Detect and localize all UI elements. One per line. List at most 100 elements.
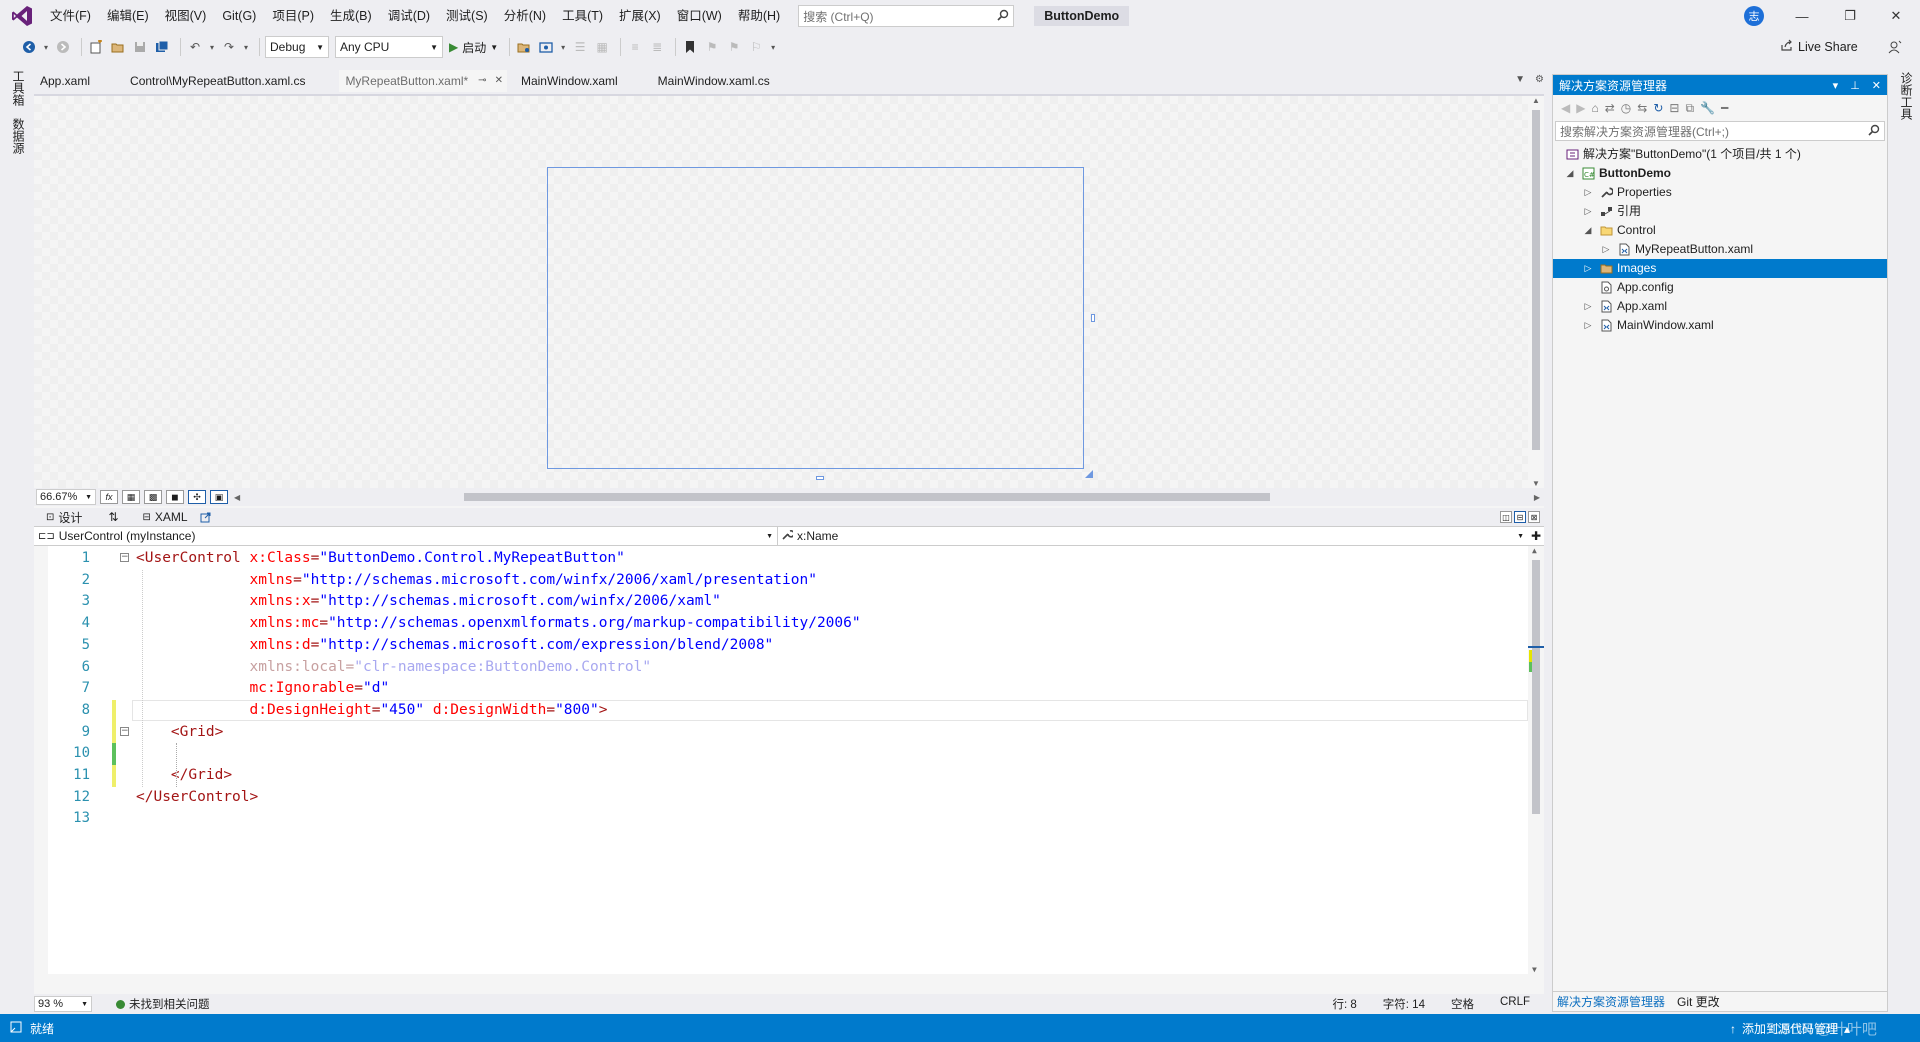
solution-tree-item[interactable]: ◢ Control xyxy=(1553,221,1887,240)
solution-tree-item[interactable]: 解决方案"ButtonDemo"(1 个项目/共 1 个) xyxy=(1553,145,1887,164)
tab-solution-explorer[interactable]: 解决方案资源管理器 xyxy=(1557,993,1665,1010)
uncomment-icon[interactable]: ≣ xyxy=(648,38,666,56)
whitespace-indicator[interactable]: 空格 xyxy=(1451,996,1474,1012)
switch-views-icon[interactable]: ⇄ xyxy=(1605,101,1615,115)
xaml-code-editor[interactable]: 1− <UserControl x:Class="ButtonDemo.Contr… xyxy=(48,546,1544,974)
code-line[interactable]: 9 − <Grid> xyxy=(48,721,1528,744)
solution-tree-item[interactable]: ▷ App.xaml xyxy=(1553,297,1887,316)
scroll-right-icon[interactable]: ▶ xyxy=(1534,493,1540,502)
search-icon[interactable] xyxy=(997,9,1009,24)
menu-item[interactable]: 文件(F) xyxy=(42,4,99,28)
browse-folder-icon[interactable] xyxy=(515,38,533,56)
grid-toggle-icon[interactable]: ▦ xyxy=(122,490,140,504)
xaml-tab[interactable]: ⊟ XAML xyxy=(142,510,187,524)
expanded-arrow-icon[interactable]: ◢ xyxy=(1583,221,1593,240)
refresh-icon[interactable]: ↻ xyxy=(1653,101,1663,115)
redo-icon[interactable]: ↷ xyxy=(220,38,238,56)
tab-document[interactable]: MainWindow.xaml.cs xyxy=(652,70,776,92)
design-tab[interactable]: ⊡ 设计 xyxy=(46,509,82,526)
popout-icon[interactable] xyxy=(200,512,211,523)
code-line[interactable]: 12 </UserControl> xyxy=(48,787,1528,808)
align-left-icon[interactable]: ☰ xyxy=(571,38,589,56)
pending-changes-filter-icon[interactable]: ◷ xyxy=(1621,101,1631,115)
minimize-button[interactable]: — xyxy=(1788,4,1816,28)
back-icon[interactable]: ◀ xyxy=(1561,101,1570,115)
scroll-down-icon[interactable]: ▼ xyxy=(1532,479,1540,488)
code-line[interactable]: 4 xmlns:mc="http://schemas.openxmlformat… xyxy=(48,613,1528,634)
tab-active-document[interactable]: MyRepeatButton.xaml* ⊸ ✕ xyxy=(339,70,507,92)
resize-grip-icon[interactable] xyxy=(1085,470,1093,478)
home-icon[interactable]: ⌂ xyxy=(1591,101,1598,115)
menu-item[interactable]: 帮助(H) xyxy=(730,4,788,28)
bookmark-icon[interactable] xyxy=(681,38,699,56)
fold-toggle-icon[interactable]: − xyxy=(120,553,129,562)
expanded-arrow-icon[interactable]: ◢ xyxy=(1565,164,1575,183)
code-line[interactable]: 2 xmlns="http://schemas.microsoft.com/wi… xyxy=(48,570,1528,591)
code-line[interactable]: 1 − <UserControl x:Class="ButtonDemo.Contr… xyxy=(48,548,1528,569)
undo-dropdown-icon[interactable]: ▾ xyxy=(208,38,216,56)
resize-handle-bottom[interactable] xyxy=(816,476,824,480)
tab-document[interactable]: Control\MyRepeatButton.xaml.cs xyxy=(124,70,311,92)
code-line[interactable]: 5 xmlns:d="http://schemas.microsoft.com/… xyxy=(48,635,1528,656)
menu-item[interactable]: 窗口(W) xyxy=(669,4,730,28)
feedback-icon[interactable] xyxy=(1886,38,1904,56)
screenshot-icon[interactable] xyxy=(537,38,555,56)
collapsed-arrow-icon[interactable]: ▷ xyxy=(1583,297,1593,316)
sync-icon[interactable]: ⇆ xyxy=(1637,101,1647,115)
solution-tree-item[interactable]: ▷ MyRepeatButton.xaml xyxy=(1553,240,1887,259)
code-line[interactable]: 11 </Grid> xyxy=(48,765,1528,787)
solution-tree-item[interactable]: ▷ Properties xyxy=(1553,183,1887,202)
menu-item[interactable]: 扩展(X) xyxy=(611,4,669,28)
close-tab-icon[interactable]: ✕ xyxy=(495,70,503,92)
code-vertical-scrollbar[interactable]: ▲ ▼ xyxy=(1528,546,1544,974)
solution-tree-item[interactable]: ▷ MainWindow.xaml xyxy=(1553,316,1887,335)
collapsed-arrow-icon[interactable]: ▷ xyxy=(1583,316,1593,335)
designer-horizontal-scrollbar[interactable] xyxy=(464,493,1270,501)
tab-git-changes[interactable]: Git 更改 xyxy=(1677,993,1720,1010)
user-avatar[interactable]: 志 xyxy=(1744,6,1764,26)
menu-item[interactable]: 测试(S) xyxy=(438,4,496,28)
show-all-files-icon[interactable]: ⧉ xyxy=(1685,101,1694,116)
menu-item[interactable]: 生成(B) xyxy=(322,4,380,28)
code-line[interactable]: 3 xmlns:x="http://schemas.microsoft.com/… xyxy=(48,591,1528,612)
menu-item[interactable]: 项目(P) xyxy=(264,4,322,28)
bookmark-clear-icon[interactable]: ⚐ xyxy=(747,38,765,56)
forward-icon[interactable] xyxy=(54,38,72,56)
toolbox-tab[interactable]: 工具箱 xyxy=(10,70,27,106)
line-indicator[interactable]: 行: 8 xyxy=(1332,996,1356,1012)
menu-item[interactable]: 分析(N) xyxy=(496,4,554,28)
bookmark-next-icon[interactable]: ⚑ xyxy=(725,38,743,56)
forward-icon[interactable]: ▶ xyxy=(1576,101,1585,115)
project-code-icon[interactable]: ▣ xyxy=(210,490,228,504)
menu-item[interactable]: 工具(T) xyxy=(554,4,611,28)
preview-icon[interactable]: ━ xyxy=(1721,101,1728,115)
new-project-icon[interactable] xyxy=(87,38,105,56)
snap-lines-icon[interactable]: ✣ xyxy=(188,490,206,504)
solution-platform-select[interactable]: Any CPU ▼ xyxy=(335,36,443,58)
design-surface-frame[interactable] xyxy=(547,167,1095,480)
pin-icon[interactable]: ⊸ xyxy=(478,70,486,92)
bookmark-prev-icon[interactable]: ⚑ xyxy=(703,38,721,56)
start-debugging-button[interactable]: ▶ 启动 ▼ xyxy=(449,39,498,56)
scroll-thumb[interactable] xyxy=(1532,110,1540,450)
code-line[interactable]: 10 xyxy=(48,743,1528,766)
tab-list-dropdown-icon[interactable]: ▼ xyxy=(1515,74,1525,85)
solution-tree-item[interactable]: ▷ Images xyxy=(1553,259,1887,278)
properties-icon[interactable]: 🔧 xyxy=(1700,101,1715,115)
resize-handle-right[interactable] xyxy=(1091,314,1095,322)
scroll-left-icon[interactable]: ◀ xyxy=(234,493,240,502)
line-ending-indicator[interactable]: CRLF xyxy=(1500,996,1530,1012)
char-indicator[interactable]: 字符: 14 xyxy=(1383,996,1425,1012)
code-line[interactable]: 13 xyxy=(48,808,1528,829)
code-line[interactable]: 7 mc:Ignorable="d" xyxy=(48,678,1528,699)
collapsed-arrow-icon[interactable]: ▷ xyxy=(1583,183,1593,202)
chevron-down-icon[interactable]: ▾ xyxy=(1833,79,1839,92)
element-scope-select[interactable]: ⊏⊐ UserControl (myInstance) ▼ xyxy=(34,527,778,545)
menu-item[interactable]: 视图(V) xyxy=(157,4,215,28)
solution-tree-item[interactable]: ▷ 引用 xyxy=(1553,202,1887,221)
tab-document[interactable]: MainWindow.xaml xyxy=(515,70,624,92)
diagnostic-tools-tab[interactable]: 诊断工具 xyxy=(1898,72,1915,120)
menu-item[interactable]: 编辑(E) xyxy=(99,4,157,28)
save-all-icon[interactable] xyxy=(153,38,171,56)
swap-panes-button[interactable]: ⇅ xyxy=(108,510,118,524)
